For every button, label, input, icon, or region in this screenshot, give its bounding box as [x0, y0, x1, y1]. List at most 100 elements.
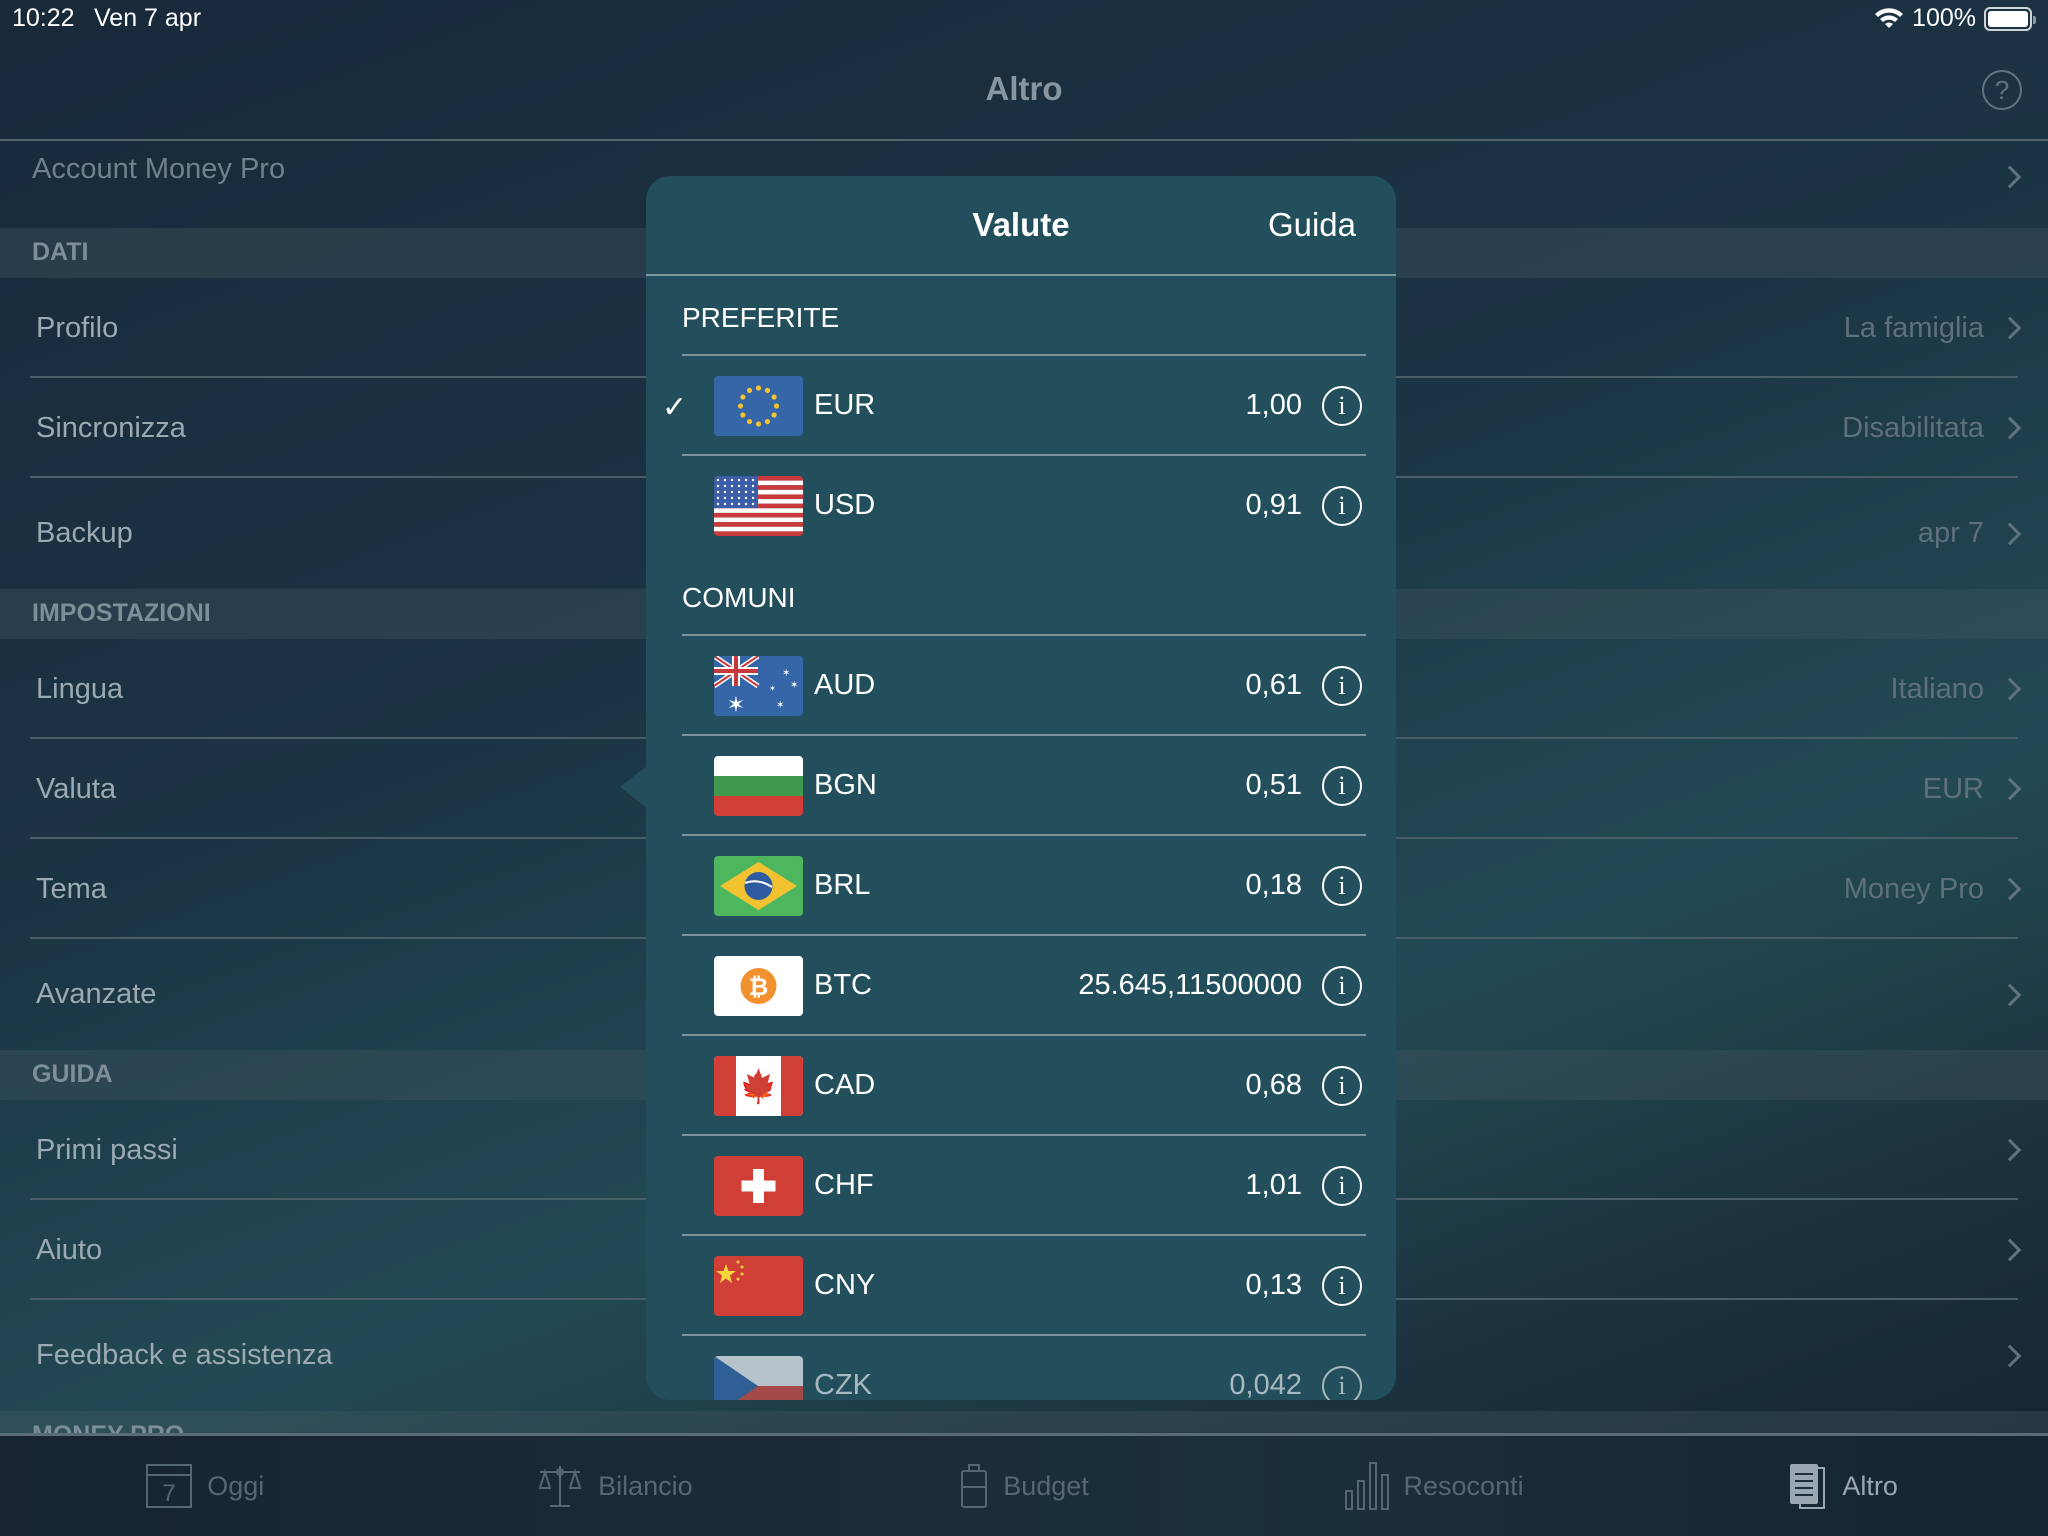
row-value: Money Pro: [1843, 872, 1984, 905]
chevron-right-icon: [1998, 877, 2022, 901]
row-value: EUR: [1922, 772, 1984, 805]
currency-row-usd[interactable]: USD 0,91 i: [646, 456, 1396, 556]
battery-icon: [1984, 6, 2036, 31]
section-header-label: GUIDA: [32, 1060, 113, 1088]
currency-code: CNY: [814, 1269, 876, 1301]
currency-rate: 0,13: [1245, 1269, 1302, 1301]
bar-chart-icon: [1344, 1462, 1389, 1510]
help-icon: ?: [1994, 75, 2010, 105]
guide-button[interactable]: Guida: [1268, 206, 1356, 244]
help-button[interactable]: ?: [1982, 70, 2022, 110]
info-icon[interactable]: i: [1322, 666, 1362, 706]
currency-rate: 0,18: [1245, 869, 1302, 901]
jar-icon: [961, 1464, 988, 1508]
info-icon[interactable]: i: [1322, 1266, 1362, 1306]
section-header-label: DATI: [32, 238, 89, 266]
tab-label: Resoconti: [1403, 1470, 1524, 1501]
document-icon: [1790, 1464, 1826, 1509]
row-label: Avanzate: [36, 978, 157, 1010]
currency-code: USD: [814, 489, 876, 521]
info-icon[interactable]: i: [1322, 1066, 1362, 1106]
currency-code: EUR: [814, 389, 876, 421]
currency-section-header: PREFERITE: [646, 276, 1396, 356]
flag-btc-icon: ₿: [714, 956, 803, 1016]
currency-rate: 1,01: [1245, 1169, 1302, 1201]
currency-row-cny[interactable]: CNY 0,13 i: [646, 1236, 1396, 1336]
tab-oggi[interactable]: 7 Oggi: [0, 1436, 410, 1536]
tab-label: Altro: [1842, 1470, 1898, 1501]
chevron-right-icon: [1998, 1138, 2022, 1162]
row-label: Profilo: [36, 311, 119, 344]
currency-section-header: COMUNI: [646, 556, 1396, 636]
currency-rate: 1,00: [1245, 389, 1302, 421]
info-icon[interactable]: i: [1322, 866, 1362, 906]
row-label: Lingua: [36, 672, 124, 705]
row-value: La famiglia: [1843, 311, 1984, 344]
tab-altro[interactable]: Altro: [1638, 1436, 2048, 1536]
row-label: Backup: [36, 517, 133, 549]
svg-text:✶: ✶: [776, 700, 784, 711]
currency-code: AUD: [814, 669, 876, 701]
flag-eu-icon: [714, 376, 803, 436]
chevron-right-icon: [1998, 983, 2022, 1006]
svg-text:✶: ✶: [727, 692, 745, 716]
currency-row-brl[interactable]: BRL 0,18 i: [646, 836, 1396, 936]
row-label: Primi passi: [36, 1133, 178, 1166]
row-label: Feedback e assistenza: [36, 1339, 333, 1371]
currency-rate: 0,61: [1245, 669, 1302, 701]
currency-popover: Valute Guida PREFERITE ✓ EUR 1,00 i USD 0,91 i C…: [646, 176, 1396, 1400]
currency-row-cad[interactable]: 🍁 CAD 0,68 i: [646, 1036, 1396, 1136]
calendar-icon: 7: [146, 1464, 193, 1508]
info-icon[interactable]: i: [1322, 486, 1362, 526]
currency-code: BGN: [814, 769, 877, 801]
currency-list[interactable]: PREFERITE ✓ EUR 1,00 i USD 0,91 i COMUNI ✶ ✶ ✶ ✶ ✶ AUD…: [646, 276, 1396, 1400]
currency-row-btc[interactable]: ₿ BTC 25.645,11500000 i: [646, 936, 1396, 1036]
scales-icon: [538, 1466, 582, 1507]
wifi-icon: [1875, 7, 1904, 28]
row-label: Valuta: [36, 772, 117, 805]
status-right: 100%: [1874, 4, 2036, 33]
flag-au-icon: ✶ ✶ ✶ ✶ ✶: [714, 656, 803, 716]
tab-bilancio[interactable]: Bilancio: [410, 1436, 820, 1536]
chevron-right-icon: [1998, 1238, 2022, 1262]
tab-label: Oggi: [207, 1470, 265, 1501]
row-value: Italiano: [1890, 672, 1984, 705]
tab-label: Budget: [1003, 1470, 1089, 1501]
tab-budget[interactable]: Budget: [819, 1436, 1229, 1536]
row-value: Disabilitata: [1842, 411, 1984, 444]
checkmark-icon: ✓: [662, 391, 688, 424]
currency-row-aud[interactable]: ✶ ✶ ✶ ✶ ✶ AUD 0,61 i: [646, 636, 1396, 736]
chevron-right-icon: [1998, 416, 2022, 440]
tab-resoconti[interactable]: Resoconti: [1229, 1436, 1639, 1536]
popover-arrow: [620, 765, 648, 809]
chevron-right-icon: [1998, 316, 2022, 340]
currency-code: CHF: [814, 1169, 874, 1201]
calendar-day: 7: [163, 1480, 176, 1507]
currency-row-bgn[interactable]: BGN 0,51 i: [646, 736, 1396, 836]
currency-code: BRL: [814, 869, 871, 901]
row-label: Aiuto: [36, 1233, 103, 1266]
tab-label: Bilancio: [598, 1470, 693, 1501]
info-icon[interactable]: i: [1322, 1166, 1362, 1206]
flag-br-icon: [714, 856, 803, 916]
flag-ch-icon: [714, 1156, 803, 1216]
row-label: Sincronizza: [36, 411, 186, 444]
flag-ca-icon: 🍁: [714, 1056, 803, 1116]
info-icon[interactable]: i: [1322, 966, 1362, 1006]
flag-bg-icon: [714, 756, 803, 816]
currency-rate: 0,51: [1245, 769, 1302, 801]
flag-us-icon: [714, 476, 803, 536]
account-label: Account Money Pro: [32, 153, 286, 185]
flag-cn-icon: [714, 1256, 803, 1316]
section-label: COMUNI: [682, 582, 796, 613]
battery-fill: [1988, 10, 2028, 27]
info-icon[interactable]: i: [1322, 766, 1362, 806]
currency-rate: 25.645,11500000: [1078, 969, 1302, 1001]
status-bar: 10:22 Ven 7 apr 100%: [0, 0, 2048, 40]
info-icon[interactable]: i: [1322, 386, 1362, 426]
info-icon[interactable]: i: [1322, 1366, 1362, 1400]
currency-row-czk[interactable]: CZK 0,042 i: [646, 1336, 1396, 1400]
currency-row-chf[interactable]: CHF 1,01 i: [646, 1136, 1396, 1236]
currency-row-eur[interactable]: ✓ EUR 1,00 i: [646, 356, 1396, 456]
row-label: Tema: [36, 872, 107, 905]
